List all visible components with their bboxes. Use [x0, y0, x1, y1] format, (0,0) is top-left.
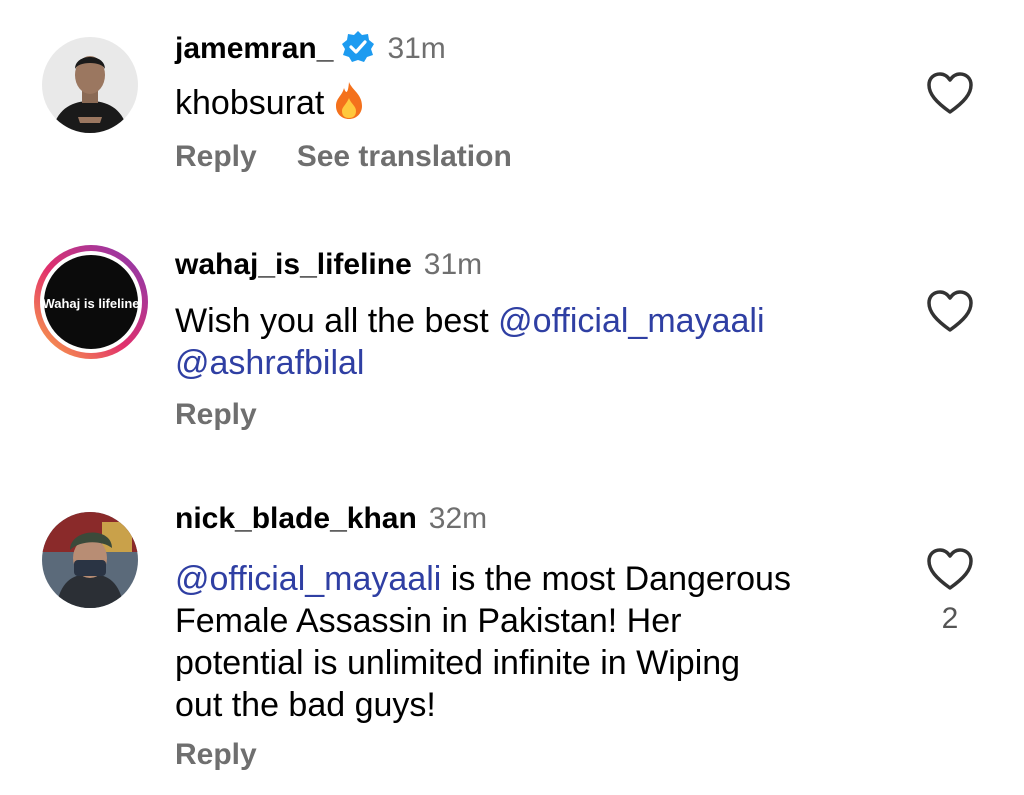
mention-link[interactable]: @official_mayaali: [175, 560, 441, 598]
verified-badge-icon: [341, 30, 375, 64]
comment-time: 32m: [428, 502, 488, 535]
reply-button[interactable]: Reply: [175, 398, 257, 431]
comment-text: Wish you all the best @official_mayaali …: [175, 300, 765, 384]
username[interactable]: jamemran_: [175, 32, 333, 65]
avatar[interactable]: [42, 512, 138, 608]
comment-time: 31m: [387, 32, 446, 65]
like-count: 2: [941, 602, 959, 635]
comment-meta: nick_blade_khan 32m: [175, 502, 487, 536]
comment-actions: Reply See translation: [175, 140, 512, 174]
avatar[interactable]: Wahaj is lifeline: [32, 243, 150, 361]
comment-item: Wahaj is lifeline wahaj_is_lifeline 31m W…: [0, 220, 1024, 460]
avatar-text: Wahaj is lifeline: [42, 296, 139, 311]
comment-text-content: khobsurat: [175, 84, 325, 122]
comment-text-content: is the most Dangerous: [441, 560, 791, 598]
comment-meta: jamemran_ 31m: [175, 30, 446, 66]
comment-text-content: potential is unlimited infinite in Wipin…: [175, 644, 741, 682]
comment-actions: Reply: [175, 398, 257, 432]
comment-actions: Reply: [175, 738, 257, 772]
comment-item: jamemran_ 31m khobsurat Reply See transla…: [0, 0, 1024, 210]
mention-link[interactable]: @official_mayaali: [498, 302, 764, 340]
reply-button[interactable]: Reply: [175, 140, 257, 173]
comment-time: 31m: [423, 248, 483, 281]
comment-text-content: out the bad guys!: [175, 686, 436, 724]
reply-button[interactable]: Reply: [175, 738, 257, 771]
username[interactable]: wahaj_is_lifeline: [175, 248, 412, 281]
comment-meta: wahaj_is_lifeline 31m: [175, 248, 482, 282]
see-translation-button[interactable]: See translation: [297, 140, 512, 173]
comment-text: khobsurat: [175, 80, 366, 124]
heart-icon[interactable]: [925, 288, 975, 334]
comment-text-content: Female Assassin in Pakistan! Her: [175, 602, 682, 640]
comment-item: nick_blade_khan 32m @official_mayaali is …: [0, 480, 1024, 795]
comment-text: @official_mayaali is the most Dangerous …: [175, 558, 791, 726]
fire-emoji-icon: [332, 80, 366, 120]
comment-text-content: Wish you all the best: [175, 302, 499, 340]
heart-icon[interactable]: [925, 70, 975, 116]
mention-link[interactable]: @ashrafbilal: [175, 344, 365, 382]
username[interactable]: nick_blade_khan: [175, 502, 417, 535]
avatar[interactable]: [42, 37, 138, 133]
heart-icon[interactable]: [925, 546, 975, 592]
